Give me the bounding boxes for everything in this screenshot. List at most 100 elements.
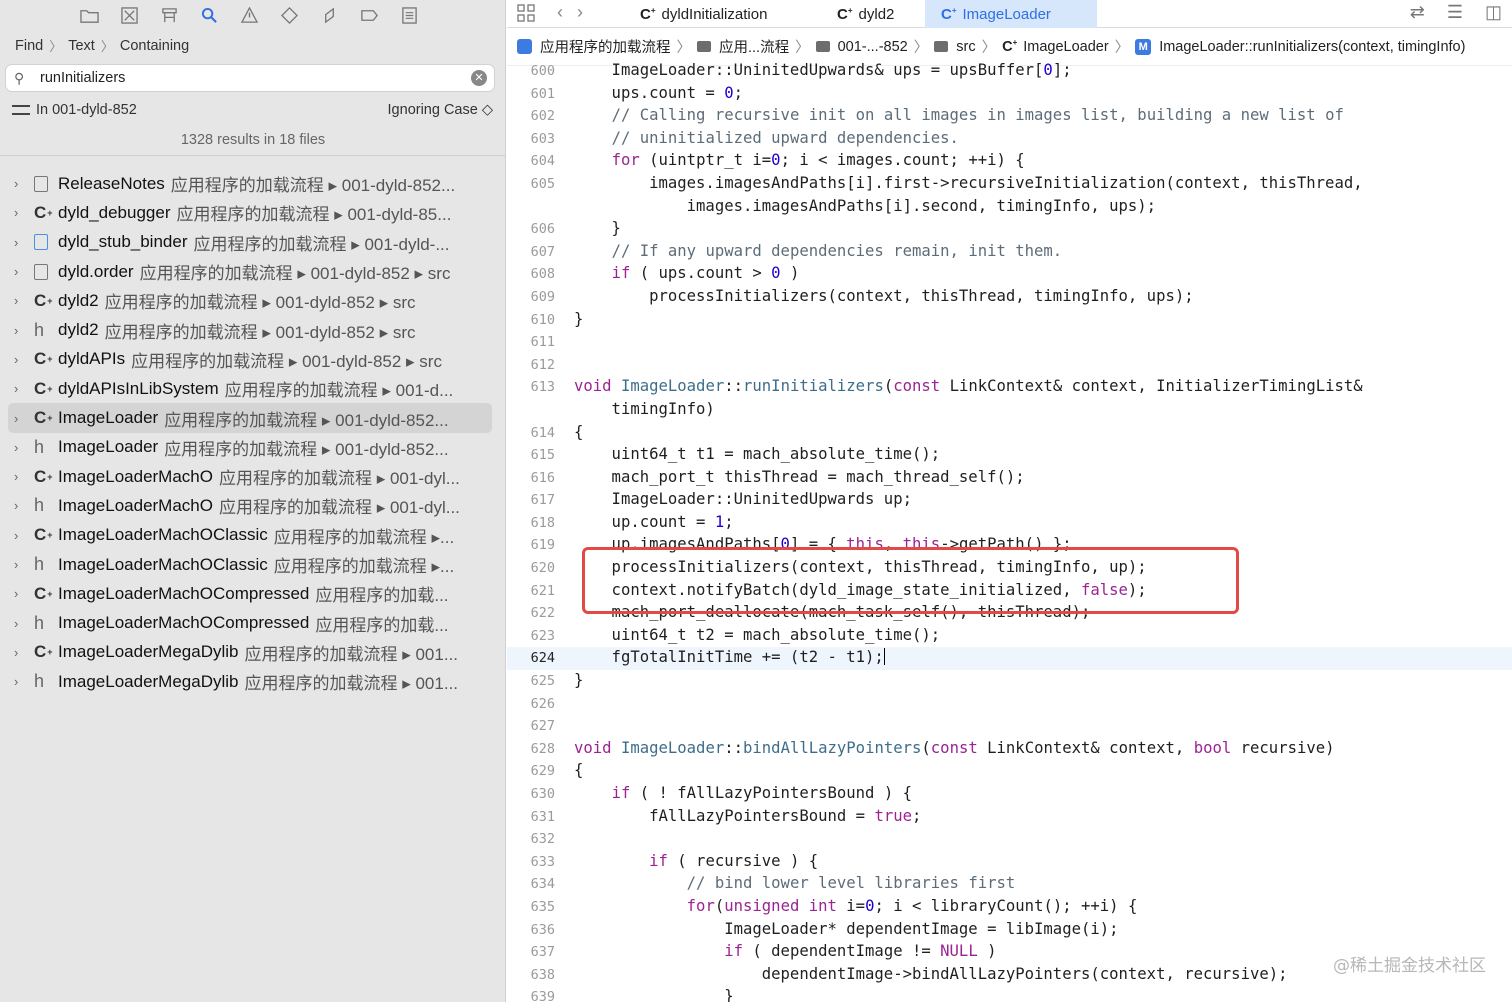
result-row[interactable]: › dyld.order 应用程序的加载流程 ▸ 001-dyld-852 ▸ sr… <box>0 257 506 286</box>
tab-imageloader[interactable]: C+ ImageLoader <box>925 0 1097 28</box>
warning-icon[interactable] <box>236 4 262 26</box>
source-control-icon[interactable] <box>116 4 142 26</box>
result-row[interactable]: › C + dyld_debugger 应用程序的加载流程 ▸ 001-dyld-85.… <box>0 198 506 227</box>
magnifier-icon[interactable]: ⚲ <box>14 70 40 87</box>
code-line[interactable]: 618 up.count = 1; <box>507 512 1512 535</box>
disclosure-chevron-icon[interactable]: › <box>14 205 34 220</box>
grid-icon[interactable] <box>517 4 535 22</box>
code-line[interactable]: 634 // bind lower level libraries first <box>507 873 1512 896</box>
code-line[interactable]: 617 ImageLoader::UninitedUpwards up; <box>507 489 1512 512</box>
code-line[interactable]: 619 up.imagesAndPaths[0] = { this, this-… <box>507 534 1512 557</box>
search-icon[interactable] <box>196 4 222 26</box>
code-line[interactable]: 631 fAllLazyPointersBound = true; <box>507 806 1512 829</box>
code-line[interactable]: 636 ImageLoader* dependentImage = libIma… <box>507 919 1512 942</box>
code-line[interactable]: 607 // If any upward dependencies remain… <box>507 241 1512 264</box>
code-line[interactable]: 629 { <box>507 760 1512 783</box>
disclosure-chevron-icon[interactable]: › <box>14 498 34 513</box>
result-row[interactable]: › h dyld2 应用程序的加载流程 ▸ 001-dyld-852 ▸ src <box>0 315 506 344</box>
disclosure-chevron-icon[interactable]: › <box>14 586 34 601</box>
code-line[interactable]: 632 <box>507 828 1512 851</box>
search-scope[interactable]: In 001-dyld-852 <box>36 102 137 118</box>
result-row[interactable]: › C + dyldAPIs 应用程序的加载流程 ▸ 001-dyld-852 ▸ sr… <box>0 345 506 374</box>
tab-dyld2[interactable]: C+ dyld2 <box>821 0 910 28</box>
code-line[interactable]: 620 processInitializers(context, thisThr… <box>507 557 1512 580</box>
editor-options-icon[interactable]: ☰ <box>1447 2 1463 23</box>
disclosure-chevron-icon[interactable]: › <box>14 557 34 572</box>
code-area[interactable]: 600 ImageLoader::UninitedUpwards& ups = … <box>507 60 1512 1002</box>
code-line[interactable]: 624 fgTotalInitTime += (t2 - t1); <box>507 647 1512 671</box>
code-line[interactable]: 635 for(unsigned int i=0; i < libraryCou… <box>507 896 1512 919</box>
find-kind[interactable]: Text <box>68 38 95 54</box>
code-line[interactable]: 610} <box>507 309 1512 332</box>
code-line[interactable]: 628 void ImageLoader::bindAllLazyPointers… <box>507 738 1512 761</box>
result-row[interactable]: › C + ImageLoaderMegaDylib 应用程序的加载流程 ▸ 001..… <box>0 638 506 667</box>
code-line[interactable]: 600 ImageLoader::UninitedUpwards& ups = … <box>507 60 1512 83</box>
breadcrumb-file[interactable]: ImageLoader <box>1023 39 1108 55</box>
symbol-icon[interactable] <box>156 4 182 26</box>
disclosure-chevron-icon[interactable]: › <box>14 469 34 484</box>
breadcrumb-group[interactable]: 应用...流程 <box>719 36 789 57</box>
result-row[interactable]: › C + ImageLoader 应用程序的加载流程 ▸ 001-dyld-852..… <box>8 403 492 433</box>
code-line[interactable]: 611 <box>507 331 1512 354</box>
result-row[interactable]: › dyld_stub_binder 应用程序的加载流程 ▸ 001-dyld-..… <box>0 228 506 257</box>
search-input[interactable] <box>40 70 460 86</box>
code-line[interactable]: 625} <box>507 670 1512 693</box>
disclosure-chevron-icon[interactable]: › <box>14 235 34 250</box>
disclosure-chevron-icon[interactable]: › <box>14 645 34 660</box>
case-sensitivity-option[interactable]: Ignoring Case ◇ <box>388 102 493 118</box>
code-line[interactable]: 614 { <box>507 422 1512 445</box>
back-forward-icon[interactable]: ‹› <box>557 2 597 23</box>
code-line[interactable]: 630 if ( ! fAllLazyPointersBound ) { <box>507 783 1512 806</box>
code-line[interactable]: timingInfo) <box>507 399 1512 422</box>
code-line[interactable]: 608 if ( ups.count > 0 ) <box>507 263 1512 286</box>
result-row[interactable]: › h ImageLoaderMachO 应用程序的加载流程 ▸ 001-dyl... <box>0 491 506 520</box>
code-line[interactable]: 616 mach_port_t thisThread = mach_thread… <box>507 467 1512 490</box>
result-row[interactable]: › h ImageLoader 应用程序的加载流程 ▸ 001-dyld-852... <box>0 433 506 462</box>
code-line[interactable]: 626 <box>507 693 1512 716</box>
debug-icon[interactable] <box>316 4 342 26</box>
breadcrumb-symbol[interactable]: ImageLoader::runInitializers(context, ti… <box>1159 39 1465 55</box>
result-row[interactable]: › C + ImageLoaderMachO 应用程序的加载流程 ▸ 001-dyl..… <box>0 462 506 491</box>
code-line[interactable]: 602 // Calling recursive init on all ima… <box>507 105 1512 128</box>
code-line[interactable]: 604 for (uintptr_t i=0; i < images.count… <box>507 150 1512 173</box>
result-row[interactable]: › h ImageLoaderMegaDylib 应用程序的加载流程 ▸ 001... <box>0 667 506 696</box>
report-icon[interactable] <box>396 4 422 26</box>
find-mode[interactable]: Find <box>15 38 43 54</box>
breadcrumb-src[interactable]: src <box>956 39 975 55</box>
disclosure-chevron-icon[interactable]: › <box>14 440 34 455</box>
breadcrumb-folder[interactable]: 001-...-852 <box>838 39 908 55</box>
result-row[interactable]: › C + dyldAPIsInLibSystem 应用程序的加载流程 ▸ 001-d.… <box>0 374 506 403</box>
disclosure-chevron-icon[interactable]: › <box>14 264 34 279</box>
code-line[interactable]: 605 images.imagesAndPaths[i].first->recu… <box>507 173 1512 196</box>
code-line[interactable]: 622 mach_port_deallocate(mach_task_self(… <box>507 602 1512 625</box>
result-row[interactable]: › C + dyld2 应用程序的加载流程 ▸ 001-dyld-852 ▸ src <box>0 286 506 315</box>
disclosure-chevron-icon[interactable]: › <box>14 674 34 689</box>
breadcrumb-project[interactable]: 应用程序的加载流程 <box>540 36 671 57</box>
result-row[interactable]: › h ImageLoaderMachOClassic 应用程序的加载流程 ▸... <box>0 550 506 579</box>
clear-search-icon[interactable]: ✕ <box>471 70 487 86</box>
disclosure-chevron-icon[interactable]: › <box>14 293 34 308</box>
code-line[interactable]: images.imagesAndPaths[i].second, timingI… <box>507 196 1512 219</box>
disclosure-chevron-icon[interactable]: › <box>14 352 34 367</box>
code-line[interactable]: 609 processInitializers(context, thisThr… <box>507 286 1512 309</box>
test-icon[interactable] <box>276 4 302 26</box>
result-row[interactable]: › C + ImageLoaderMachOClassic 应用程序的加载流程 ▸... <box>0 521 506 550</box>
disclosure-chevron-icon[interactable]: › <box>14 528 34 543</box>
swap-icon[interactable]: ⇄ <box>1410 2 1425 23</box>
find-match[interactable]: Containing <box>120 38 189 54</box>
folder-icon[interactable] <box>76 4 102 26</box>
disclosure-chevron-icon[interactable]: › <box>14 411 34 426</box>
breakpoint-icon[interactable] <box>356 4 382 26</box>
code-line[interactable]: 612 <box>507 354 1512 377</box>
code-line[interactable]: 601 ups.count = 0; <box>507 83 1512 106</box>
code-line[interactable]: 633 if ( recursive ) { <box>507 851 1512 874</box>
code-line[interactable]: 639 } <box>507 986 1512 1002</box>
code-line[interactable]: 623 uint64_t t2 = mach_absolute_time(); <box>507 625 1512 648</box>
disclosure-chevron-icon[interactable]: › <box>14 381 34 396</box>
code-line[interactable]: 627 <box>507 715 1512 738</box>
tab-dyldinitialization[interactable]: C+ dyldInitialization <box>624 0 783 28</box>
result-row[interactable]: › ReleaseNotes 应用程序的加载流程 ▸ 001-dyld-852... <box>0 169 506 198</box>
disclosure-chevron-icon[interactable]: › <box>14 616 34 631</box>
code-line[interactable]: 613 void ImageLoader::runInitializers(con… <box>507 376 1512 399</box>
result-row[interactable]: › h ImageLoaderMachOCompressed 应用程序的加载... <box>0 608 506 637</box>
